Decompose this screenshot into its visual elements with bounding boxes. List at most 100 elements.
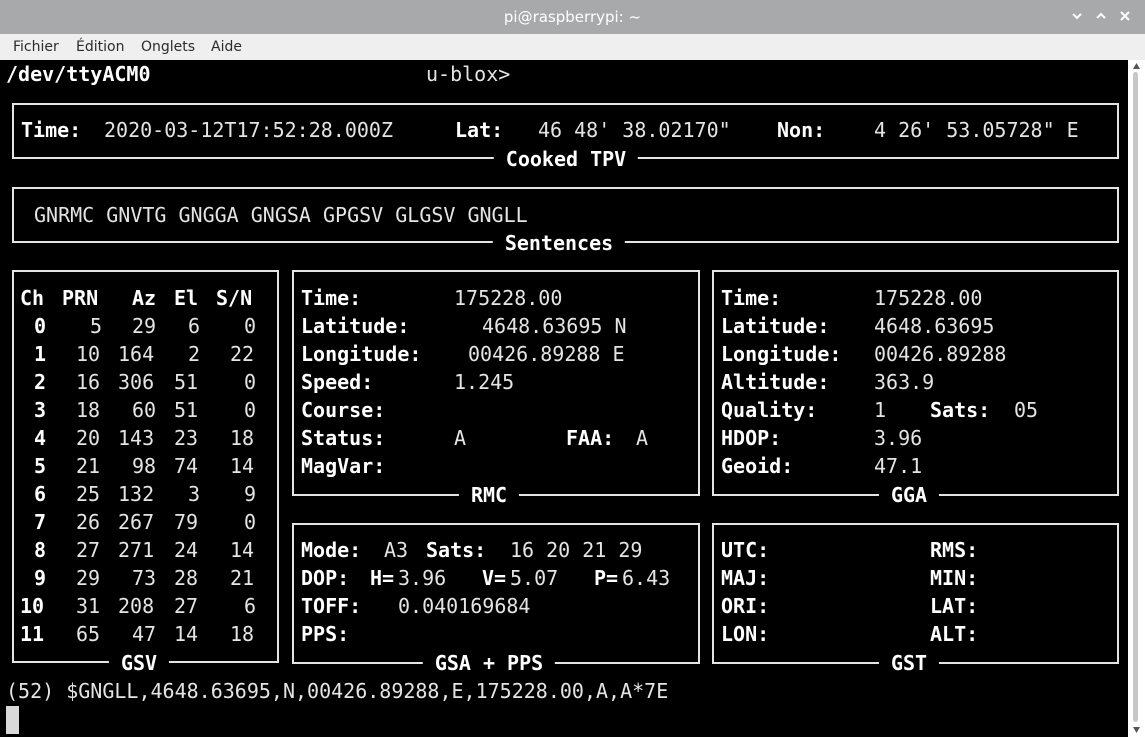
gsa-p-label: P=	[594, 566, 619, 590]
gsv-cell: 9	[244, 482, 257, 506]
gsv-cell: 23	[174, 426, 199, 450]
rmc-speed-value: 1.245	[454, 370, 515, 394]
gsv-cell: 3	[34, 398, 47, 422]
gsv-cell: 1	[34, 342, 47, 366]
tpv-time-label: Time:	[21, 118, 82, 142]
gsv-box-title: GSV	[108, 649, 170, 677]
gst-box-title: GST	[878, 649, 940, 677]
gsv-cell: 65	[76, 622, 101, 646]
gsv-cell: 10	[76, 342, 101, 366]
gsv-header-az: Az	[132, 286, 157, 310]
gga-lat-label: Latitude:	[721, 314, 830, 338]
gsv-cell: 9	[34, 566, 47, 590]
gsa-mode-value: A3	[384, 538, 409, 562]
rmc-status-value: A	[454, 426, 467, 450]
gsv-header-prn: PRN	[62, 286, 99, 310]
gsa-v-value: 5.07	[510, 566, 559, 590]
gsv-cell: 5	[90, 314, 103, 338]
gga-quality-label: Quality:	[721, 398, 818, 422]
gsa-h-label: H=	[370, 566, 395, 590]
gsv-cell: 27	[76, 538, 101, 562]
gsv-cell: 10	[20, 594, 45, 618]
gsa-box-title: GSA + PPS	[422, 649, 556, 677]
scroll-down-arrow-icon[interactable]	[1132, 726, 1141, 734]
gsv-cell: 74	[174, 454, 199, 478]
gst-lon-label: LON:	[721, 622, 770, 646]
gsv-cell: 18	[230, 426, 255, 450]
gsa-v-label: V=	[482, 566, 507, 590]
gsa-h-value: 3.96	[398, 566, 447, 590]
gst-lat-label: LAT:	[930, 594, 979, 618]
rmc-status-label: Status:	[301, 426, 386, 450]
gsv-cell: 3	[188, 482, 201, 506]
window-title: pi@raspberrypi: ~	[503, 8, 642, 26]
gsv-cell: 26	[76, 510, 101, 534]
rmc-course-label: Course:	[301, 398, 386, 422]
gsv-cell: 22	[230, 342, 255, 366]
gsv-header-el: El	[174, 286, 199, 310]
gst-box	[712, 523, 1119, 664]
window-titlebar[interactable]: pi@raspberrypi: ~	[0, 0, 1145, 34]
menu-edition[interactable]: Édition	[76, 37, 124, 57]
rmc-faa-label: FAA:	[566, 426, 615, 450]
gsv-cell: 6	[34, 482, 47, 506]
gsa-pps-label: PPS:	[301, 622, 350, 646]
gsa-sats-label: Sats:	[426, 538, 487, 562]
scroll-up-arrow-icon[interactable]	[1132, 62, 1141, 70]
gsv-cell: 11	[20, 622, 45, 646]
gsv-cell: 267	[118, 510, 155, 534]
gsv-cell: 0	[34, 314, 47, 338]
gst-min-label: MIN:	[930, 566, 979, 590]
chevron-down-icon[interactable]	[1067, 6, 1087, 26]
rmc-magvar-label: MagVar:	[301, 454, 386, 478]
gsv-cell: 21	[76, 454, 101, 478]
menu-fichier[interactable]: Fichier	[13, 37, 59, 57]
gsv-cell: 271	[118, 538, 155, 562]
gga-time-value: 175228.00	[874, 286, 983, 310]
gga-lat-value: 4648.63695	[874, 314, 995, 338]
terminal-area[interactable]: /dev/ttyACM0 u-blox> Time: 2020-03-12T17…	[0, 60, 1128, 737]
gsv-cell: 51	[174, 398, 199, 422]
gst-utc-label: UTC:	[721, 538, 770, 562]
chevron-up-icon[interactable]	[1091, 6, 1111, 26]
device-path: /dev/ttyACM0	[6, 62, 151, 86]
gsa-toff-label: TOFF:	[301, 594, 362, 618]
gsv-cell: 0	[244, 314, 257, 338]
gsv-cell: 143	[118, 426, 155, 450]
rmc-lon-label: Longitude:	[301, 342, 422, 366]
gsv-cell: 28	[174, 566, 199, 590]
receiver-prompt: u-blox>	[426, 62, 511, 86]
gsv-cell: 132	[118, 482, 155, 506]
gsv-cell: 25	[76, 482, 101, 506]
gsv-cell: 51	[174, 370, 199, 394]
gsv-cell: 0	[244, 510, 257, 534]
gst-ori-label: ORI:	[721, 594, 770, 618]
tpv-lat-value: 46 48' 38.02170"	[538, 118, 731, 142]
gsv-cell: 18	[76, 398, 101, 422]
gsv-cell: 29	[76, 566, 101, 590]
tpv-lon-label: Non:	[777, 118, 826, 142]
gga-hdop-label: HDOP:	[721, 426, 782, 450]
gsv-cell: 60	[132, 398, 157, 422]
gsa-mode-label: Mode:	[301, 538, 362, 562]
gsv-cell: 4	[34, 426, 47, 450]
gsv-cell: 208	[118, 594, 155, 618]
gsv-cell: 0	[244, 398, 257, 422]
gst-alt-label: ALT:	[930, 622, 979, 646]
gsv-cell: 27	[174, 594, 199, 618]
gga-alt-label: Altitude:	[721, 370, 830, 394]
gsv-cell: 20	[76, 426, 101, 450]
gsv-cell: 14	[230, 538, 255, 562]
rmc-speed-label: Speed:	[301, 370, 374, 394]
scrollbar-thumb[interactable]	[1133, 72, 1138, 722]
gsv-cell: 5	[34, 454, 47, 478]
gsv-cell: 306	[118, 370, 155, 394]
gsv-cell: 2	[34, 370, 47, 394]
menu-onglets[interactable]: Onglets	[141, 37, 195, 57]
gga-hdop-value: 3.96	[874, 426, 923, 450]
gsv-cell: 24	[174, 538, 199, 562]
sentences-box-title: Sentences	[492, 229, 626, 257]
menu-bar: Fichier Édition Onglets Aide	[0, 34, 1145, 60]
menu-aide[interactable]: Aide	[211, 37, 242, 57]
close-icon[interactable]	[1115, 6, 1135, 26]
